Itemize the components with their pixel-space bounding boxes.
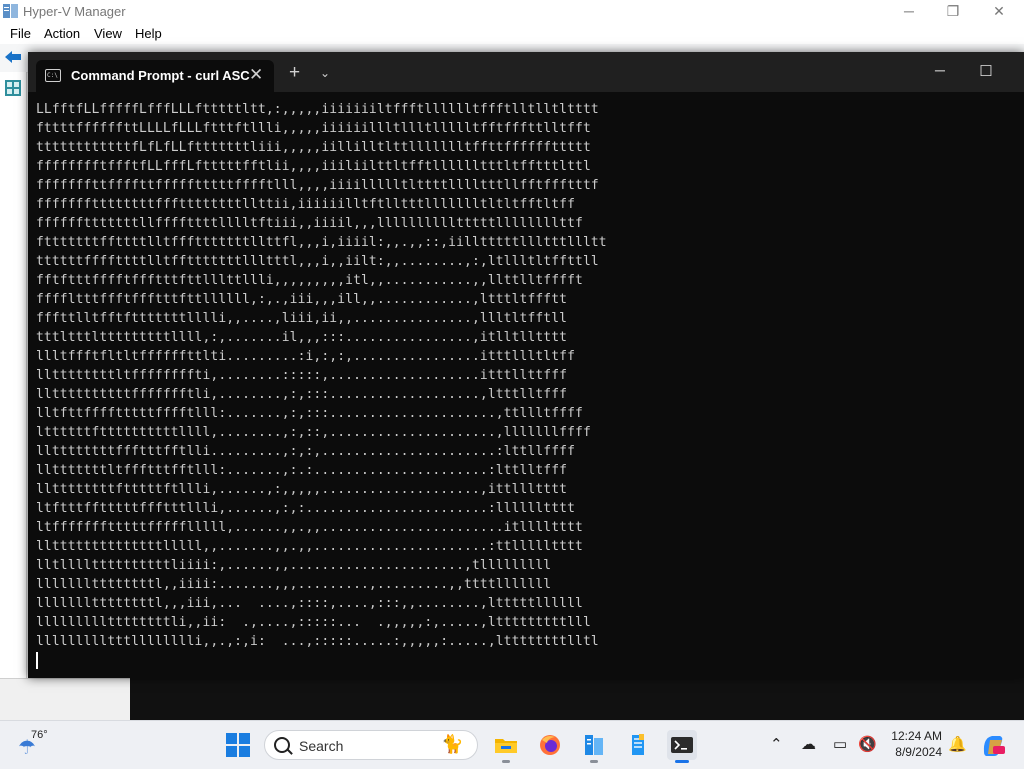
terminal-line: fttttffffffttLLLLfLLLftttftllli,,,,,iiii…: [36, 121, 591, 136]
terminal-line: llttttttttttttttlllll,,.......,,.,,.....…: [36, 539, 583, 554]
tab-close-icon[interactable]: ✕: [249, 65, 263, 85]
start-button[interactable]: [226, 733, 250, 757]
terminal-icon: [671, 737, 693, 753]
terminal-line: lllllllttttttttl,,iiii:.......,,,.......…: [36, 577, 552, 592]
server-grid-icon[interactable]: [5, 80, 21, 96]
terminal-titlebar: C:\ Command Prompt - curl ASC ✕ + ⌄ ─ ☐: [28, 52, 1024, 92]
hyperv-app-icon: [3, 4, 18, 18]
terminal-line: ftttttttffttttlltffftttttttllttfl,,,i,ii…: [36, 235, 607, 250]
server-icon: [632, 734, 644, 755]
terminal-line: ttttttttttttfLfLfLLftttttttliii,,,,,iill…: [36, 140, 591, 155]
terminal-line: llttttttttttffffffftli,........,:,:::...…: [36, 387, 568, 402]
terminal-line: llllllllltttlllllllli,,.,:,i: ...,:::::.…: [36, 634, 599, 649]
terminal-line: fffffffftffftfLLfffLftttttfftlii,,,,iiil…: [36, 159, 591, 174]
file-explorer-button[interactable]: [491, 730, 521, 763]
terminal-cursor-line: [36, 651, 1016, 670]
chevron-down-icon[interactable]: ⌄: [320, 66, 330, 80]
hyperv-tree-pane: [0, 72, 27, 696]
terminal-line: fffffffttttttttfffttttttttllttii,iiiiiil…: [36, 197, 576, 212]
hyperv-title: Hyper-V Manager: [23, 4, 126, 19]
text-cursor: [36, 652, 38, 669]
terminal-taskbar-button[interactable]: [667, 730, 697, 763]
weather-temp: 76°: [31, 729, 48, 741]
search-highlight-cat-icon: 🐈: [441, 734, 464, 754]
terminal-line: ltftttfftttttffftttllli,......,:,:......…: [36, 501, 576, 516]
search-icon: [274, 737, 290, 753]
terminal-line: fffffftttttttllffffttttlllltftiii,,iiiil…: [36, 216, 583, 231]
menu-view[interactable]: View: [94, 26, 122, 41]
terminal-line: fftftttfffftffftttfttlllttllli,,,,,,,,,i…: [36, 273, 583, 288]
cloud-icon[interactable]: ☁: [801, 735, 816, 753]
terminal-line: ttttttffffttttlltfftttttttllltttl,,,i,,i…: [36, 254, 599, 269]
menu-file[interactable]: File: [10, 26, 31, 41]
terminal-line: LLfftfLLfffffLfffLLLftttttltt,:,,,,,iiii…: [36, 102, 599, 117]
terminal-line: lltttttttltffftttfftlll:.......,:.:.....…: [36, 463, 568, 478]
terminal-line: lltfttfffftttttfffftlll:.......,:,:::...…: [36, 406, 583, 421]
hyperv-maximize-button[interactable]: ❐: [930, 0, 976, 23]
terminal-window: C:\ Command Prompt - curl ASC ✕ + ⌄ ─ ☐ …: [28, 52, 1024, 678]
terminal-line: lltllllttttttttttliiii:,......,,........…: [36, 558, 552, 573]
clock-date: 8/9/2024: [895, 745, 942, 759]
terminal-line: fffttlltfftftttttttlllli,,....,liii,ii,,…: [36, 311, 568, 326]
new-tab-button[interactable]: +: [289, 63, 300, 82]
speaker-icon[interactable]: 🔇: [858, 735, 877, 753]
search-placeholder: Search: [299, 738, 344, 754]
terminal-line: tttltttltttttttttllll,:,.......il,,,:::.…: [36, 330, 568, 345]
firefox-button[interactable]: [535, 730, 565, 760]
taskbar-search[interactable]: Search 🐈: [264, 730, 478, 760]
menu-action[interactable]: Action: [44, 26, 80, 41]
folder-icon: [495, 739, 517, 753]
active-indicator: [675, 760, 689, 763]
hyperv-minimize-button[interactable]: ─: [886, 0, 932, 23]
clock[interactable]: 12:24 AM 8/9/2024: [880, 728, 942, 760]
terminal-line: ffffltttffftffftttfttllllll,:,.,iii,,,il…: [36, 292, 568, 307]
terminal-line: llltffftfltltffffffttlti.........:i,:,:,…: [36, 349, 576, 364]
hyperv-menubar: File Action View Help: [0, 23, 1024, 44]
terminal-line: llttttttttltffffffffti,........:::::,...…: [36, 368, 568, 383]
terminal-line: lttttttfttttttttttllll,........,:,::,...…: [36, 425, 591, 440]
firefox-icon: [540, 735, 560, 755]
server-manager-button[interactable]: [623, 730, 653, 760]
terminal-tab[interactable]: C:\ Command Prompt - curl ASC ✕: [36, 60, 274, 92]
terminal-maximize-button[interactable]: ☐: [963, 62, 1009, 80]
taskbar: ☂ 76° Search 🐈 ⌃ ☁ ▭ 🔇 12:24 AM 8/9/2024…: [0, 720, 1024, 769]
display-icon[interactable]: ▭: [833, 735, 847, 753]
running-indicator: [502, 760, 510, 763]
terminal-output[interactable]: LLfftfLLfffffLfffLLLftttttltt,:,,,,,iiii…: [36, 100, 1016, 672]
hyperv-manager-taskbar-button[interactable]: [579, 730, 609, 763]
terminal-line: lllllllllttttttttli,,ii: .,....,:::::...…: [36, 615, 591, 630]
tab-title: Command Prompt - curl ASC: [71, 68, 250, 83]
back-arrow-icon[interactable]: [4, 50, 22, 64]
terminal-line: ltffffffftttttffffflllll,......,,.,,....…: [36, 520, 583, 535]
menu-help[interactable]: Help: [135, 26, 162, 41]
running-indicator: [590, 760, 598, 763]
weather-widget[interactable]: ☂ 76°: [18, 729, 78, 763]
hyperv-close-button[interactable]: ✕: [976, 0, 1022, 23]
command-prompt-icon: C:\: [45, 69, 61, 82]
desktop-dark-strip: [130, 678, 1024, 720]
hyperv-app-icon: [585, 735, 603, 755]
terminal-line: fffffffttffffttffffftttttfffftlll,,,,iii…: [36, 178, 599, 193]
copilot-icon[interactable]: [980, 732, 1006, 758]
terminal-line: llttttttttftttttftllli,......,:,,,,,....…: [36, 482, 568, 497]
terminal-line: lllllllttttttttl,,,iii,... ....,::::,...…: [36, 596, 583, 611]
hyperv-lower-pane: [0, 678, 130, 721]
clock-time: 12:24 AM: [891, 729, 942, 743]
show-hidden-icons-chevron-icon[interactable]: ⌃: [770, 735, 783, 753]
hyperv-titlebar: Hyper-V Manager ─ ❐ ✕: [0, 0, 1024, 23]
terminal-line: llttttttttffftttfftlli.........,:,:,....…: [36, 444, 576, 459]
terminal-minimize-button[interactable]: ─: [917, 62, 963, 78]
notification-bell-icon[interactable]: 🔔: [948, 735, 967, 753]
